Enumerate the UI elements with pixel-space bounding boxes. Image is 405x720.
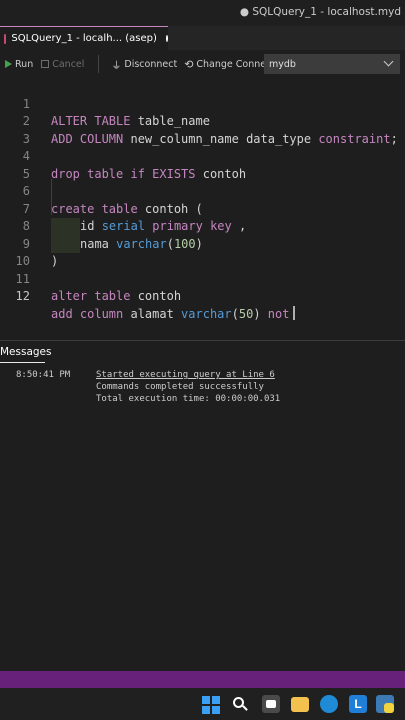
- cancel-button[interactable]: Cancel: [41, 59, 84, 70]
- search-icon[interactable]: [231, 695, 249, 713]
- play-icon: [5, 60, 12, 68]
- stop-icon: [41, 60, 50, 68]
- keyword: add column: [51, 306, 124, 321]
- messages-tab-underline: [0, 362, 45, 363]
- run-button[interactable]: Run: [5, 59, 33, 70]
- code-token: alamat: [123, 306, 182, 321]
- code-token: contoh: [130, 289, 182, 303]
- sync-icon: ⟲: [184, 57, 194, 71]
- tab-sqlquery-1[interactable]: SQLQuery_1 - localh... (asep): [0, 26, 168, 50]
- plug-icon: ⏚: [111, 60, 122, 72]
- code-line-active[interactable]: 12 add column alamat varchar(50) not: [0, 271, 405, 321]
- database-select[interactable]: mydb: [264, 54, 400, 74]
- database-select-value: mydb: [269, 58, 296, 70]
- line-number: 12: [15, 289, 30, 303]
- window-titlebar: ● SQLQuery_1 - localhost.myd: [0, 0, 405, 26]
- code-line[interactable]: 11 alter table contoh: [0, 253, 405, 304]
- panel-divider[interactable]: [0, 340, 405, 341]
- code-line[interactable]: 9 ): [0, 218, 405, 269]
- message-link[interactable]: Started executing query at Line 6: [96, 370, 275, 380]
- message-text: Total execution time: 00:00:00.031: [96, 394, 281, 404]
- chevron-down-icon: [383, 56, 394, 67]
- video-call-icon[interactable]: [262, 695, 280, 713]
- messages-tab[interactable]: Messages: [0, 346, 52, 358]
- toolbar-divider: [98, 55, 100, 73]
- code-line[interactable]: 4 drop table if EXISTS contoh: [0, 131, 405, 181]
- editor-tabbar: SQLQuery_1 - localh... (asep): [0, 26, 405, 50]
- os-taskbar: L: [0, 688, 405, 720]
- browser-icon[interactable]: [320, 695, 338, 713]
- message-time: 8:50:41 PM: [16, 370, 71, 380]
- number-token: 50: [238, 306, 254, 321]
- status-bar: [0, 671, 405, 688]
- disconnect-button[interactable]: ⏚ Disconnect: [111, 57, 177, 72]
- python-icon[interactable]: [376, 695, 394, 713]
- keyword: not: [260, 306, 290, 321]
- message-text: Commands completed successfully: [96, 382, 264, 392]
- code-line[interactable]: 7 id serial primary key ,: [0, 183, 405, 236]
- code-editor[interactable]: 1 ALTER TABLE table_name 2 ADD COLUMN ne…: [0, 78, 405, 340]
- window-title: ● SQLQuery_1 - localhost.myd: [239, 6, 401, 18]
- code-line[interactable]: 2 ADD COLUMN new_column_name data_type c…: [0, 96, 405, 146]
- code-line[interactable]: 3: [0, 113, 405, 146]
- code-line[interactable]: 1 ALTER TABLE table_name: [0, 78, 405, 129]
- code-line[interactable]: 5: [0, 148, 405, 181]
- code-line[interactable]: 10: [0, 236, 405, 268]
- cancel-label: Cancel: [52, 58, 85, 70]
- code-text: add column alamat varchar(50) not: [51, 305, 295, 324]
- database-icon: [4, 33, 7, 44]
- tab-label: SQLQuery_1 - localh... (asep): [11, 33, 157, 44]
- code-token: (: [231, 306, 239, 321]
- type-token: varchar: [181, 306, 232, 321]
- disconnect-label: Disconnect: [124, 58, 178, 70]
- code-line[interactable]: 8 nama varchar(100): [0, 201, 405, 253]
- folder-icon[interactable]: [291, 697, 309, 712]
- code-text: alter table contoh: [51, 288, 181, 306]
- keyword: alter table: [51, 289, 131, 303]
- app-l-icon[interactable]: L: [349, 695, 367, 713]
- run-label: Run: [15, 58, 34, 70]
- windows-start-icon[interactable]: [202, 696, 220, 714]
- code-token: ): [253, 306, 261, 321]
- code-line[interactable]: 6 create table contoh (: [0, 166, 405, 216]
- text-cursor: [293, 305, 295, 320]
- unsaved-dot-icon[interactable]: [165, 35, 168, 42]
